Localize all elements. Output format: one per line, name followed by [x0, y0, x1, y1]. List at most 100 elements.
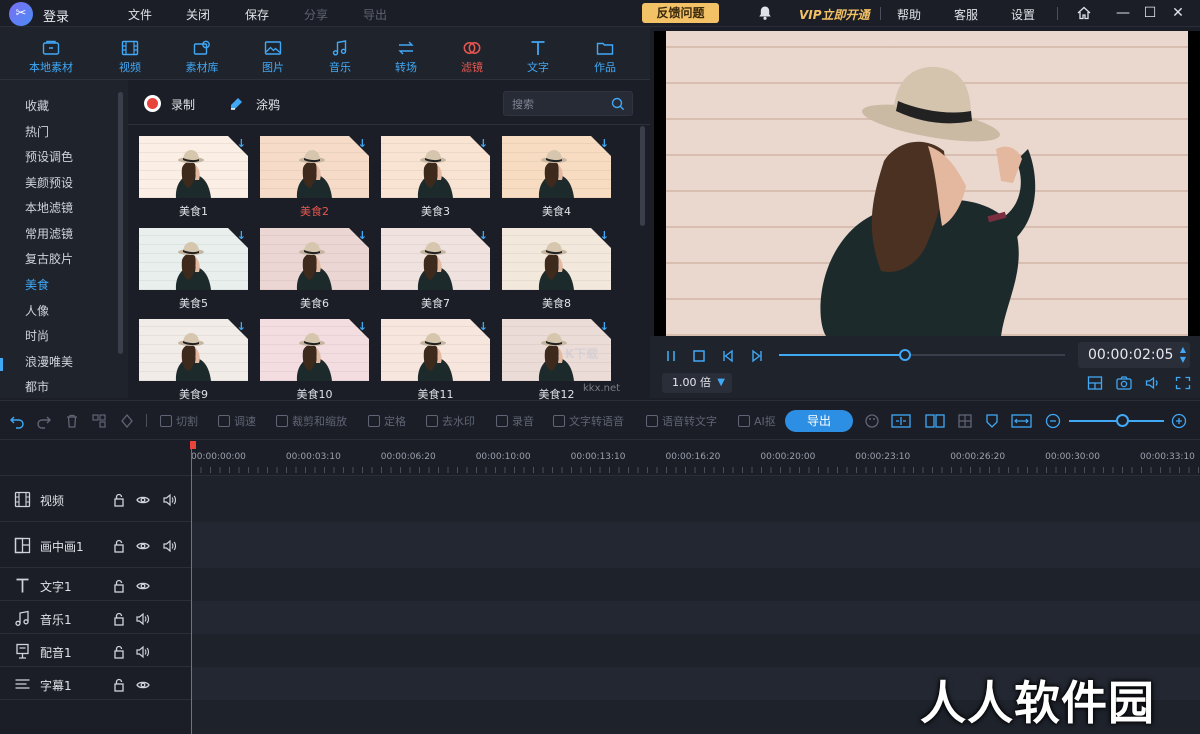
split-icon[interactable] — [91, 413, 107, 429]
download-icon[interactable]: ↓ — [358, 320, 367, 333]
filter-thumbnail[interactable]: ↓ — [139, 136, 248, 198]
compare-icon[interactable] — [925, 413, 945, 429]
eye-icon[interactable] — [136, 678, 150, 692]
volume-icon[interactable] — [136, 612, 150, 626]
zoom-out-icon[interactable] — [1045, 413, 1061, 429]
cut-button[interactable]: 切割 — [160, 413, 198, 429]
undo-icon[interactable] — [9, 413, 25, 429]
menu-share[interactable]: 分享 — [304, 6, 328, 23]
filter-thumbnail[interactable]: ↓ — [260, 228, 369, 290]
settings-link[interactable]: 设置 — [1011, 6, 1035, 23]
lock-icon[interactable] — [112, 579, 126, 593]
track-lane[interactable] — [192, 568, 1200, 601]
download-icon[interactable]: ↓ — [237, 229, 246, 242]
track-lane[interactable] — [192, 522, 1200, 568]
crop-zoom-button[interactable]: 裁剪和缩放 — [276, 413, 347, 429]
record-button[interactable]: 录制 — [171, 96, 195, 113]
fullscreen-icon[interactable] — [1175, 376, 1191, 390]
tab-filter[interactable]: 滤镜 — [439, 27, 505, 80]
next-frame-icon[interactable] — [749, 348, 765, 364]
sidebar-item-popular[interactable]: 热门 — [25, 123, 49, 140]
tab-image[interactable]: 图片 — [240, 27, 306, 80]
track-header[interactable]: 配音1 — [0, 634, 191, 667]
stt-button[interactable]: 语音转文字 — [646, 413, 717, 429]
tab-local-assets[interactable]: 本地素材 — [18, 27, 84, 80]
track-lane[interactable] — [192, 634, 1200, 667]
download-icon[interactable]: ↓ — [600, 229, 609, 242]
menu-close[interactable]: 关闭 — [186, 6, 210, 23]
tts-button[interactable]: 文字转语音 — [553, 413, 624, 429]
download-icon[interactable]: ↓ — [358, 229, 367, 242]
redo-icon[interactable] — [36, 413, 52, 429]
volume-icon[interactable] — [163, 539, 177, 553]
zoom-in-icon[interactable] — [1171, 413, 1187, 429]
sidebar-item-preset-color[interactable]: 预设调色 — [25, 148, 73, 165]
playhead-handle[interactable] — [190, 441, 196, 449]
download-icon[interactable]: ↓ — [479, 137, 488, 150]
export-button[interactable]: 导出 — [785, 410, 853, 432]
video-preview[interactable] — [654, 31, 1200, 336]
lock-icon[interactable] — [112, 645, 126, 659]
home-icon[interactable] — [1076, 5, 1092, 21]
track-header[interactable]: 字幕1 — [0, 667, 191, 700]
remove-watermark-button[interactable]: 去水印 — [426, 413, 475, 429]
close-button[interactable]: ✕ — [1169, 4, 1187, 22]
download-icon[interactable]: ↓ — [600, 137, 609, 150]
sidebar-item-local-filter[interactable]: 本地滤镜 — [25, 199, 73, 216]
feedback-button[interactable]: 反馈问题 — [642, 3, 719, 23]
eye-icon[interactable] — [136, 493, 150, 507]
lock-icon[interactable] — [112, 539, 126, 553]
zoom-slider-knob[interactable] — [1116, 414, 1129, 427]
volume-icon[interactable] — [136, 645, 150, 659]
filter-thumbnail[interactable]: ↓ — [139, 228, 248, 290]
lock-icon[interactable] — [112, 678, 126, 692]
search-icon[interactable] — [611, 97, 625, 111]
graffiti-icon[interactable] — [228, 94, 246, 112]
vip-link[interactable]: VIP立即开通 — [799, 6, 870, 23]
download-icon[interactable]: ↓ — [358, 137, 367, 150]
track-header[interactable]: 文字1 — [0, 568, 191, 601]
progress-bar[interactable] — [779, 349, 1065, 361]
maximize-button[interactable]: ☐ — [1141, 4, 1159, 22]
lock-icon[interactable] — [112, 493, 126, 507]
volume-icon[interactable] — [1145, 376, 1161, 390]
fit-in-icon[interactable] — [891, 413, 911, 429]
sidebar-item-fashion[interactable]: 时尚 — [25, 327, 49, 344]
eye-icon[interactable] — [136, 579, 150, 593]
menu-file[interactable]: 文件 — [128, 6, 152, 23]
download-icon[interactable]: ↓ — [600, 320, 609, 333]
menu-save[interactable]: 保存 — [245, 6, 269, 23]
filter-thumbnail[interactable]: ↓ — [381, 136, 490, 198]
filter-thumbnail[interactable]: ↓ — [381, 228, 490, 290]
speed-select[interactable]: 1.00 倍 ▼ — [662, 373, 732, 393]
tab-transition[interactable]: 转场 — [373, 27, 439, 80]
service-link[interactable]: 客服 — [954, 6, 978, 23]
track-header[interactable]: 视频 — [0, 476, 191, 522]
eye-icon[interactable] — [136, 539, 150, 553]
sidebar-item-urban[interactable]: 都市 — [25, 378, 49, 395]
minimize-button[interactable]: — — [1114, 4, 1132, 22]
playhead-line[interactable] — [191, 441, 192, 734]
progress-knob[interactable] — [898, 349, 911, 361]
stop-icon[interactable] — [691, 348, 707, 364]
sidebar-item-retro-film[interactable]: 复古胶片 — [25, 250, 73, 267]
delete-icon[interactable] — [64, 413, 80, 429]
filter-thumbnail[interactable]: ↓ — [139, 319, 248, 381]
sidebar-scrollbar[interactable] — [118, 92, 123, 354]
prev-frame-icon[interactable] — [720, 348, 736, 364]
filter-thumbnail[interactable]: ↓ — [381, 319, 490, 381]
graffiti-button[interactable]: 涂鸦 — [256, 96, 280, 113]
palette-icon[interactable] — [864, 413, 880, 429]
help-link[interactable]: 帮助 — [897, 6, 921, 23]
filter-thumbnail[interactable]: ↓ — [260, 319, 369, 381]
record-icon[interactable] — [144, 95, 161, 112]
download-icon[interactable]: ↓ — [237, 137, 246, 150]
tab-music[interactable]: 音乐 — [307, 27, 373, 80]
record-audio-button[interactable]: 录音 — [496, 413, 534, 429]
tab-works[interactable]: 作品 — [572, 27, 638, 80]
sidebar-item-portrait[interactable]: 人像 — [25, 302, 49, 319]
menu-export[interactable]: 导出 — [363, 6, 387, 23]
tab-library[interactable]: 素材库 — [169, 27, 235, 80]
freeze-button[interactable]: 定格 — [368, 413, 406, 429]
sidebar-item-romantic[interactable]: 浪漫唯美 — [25, 353, 73, 370]
